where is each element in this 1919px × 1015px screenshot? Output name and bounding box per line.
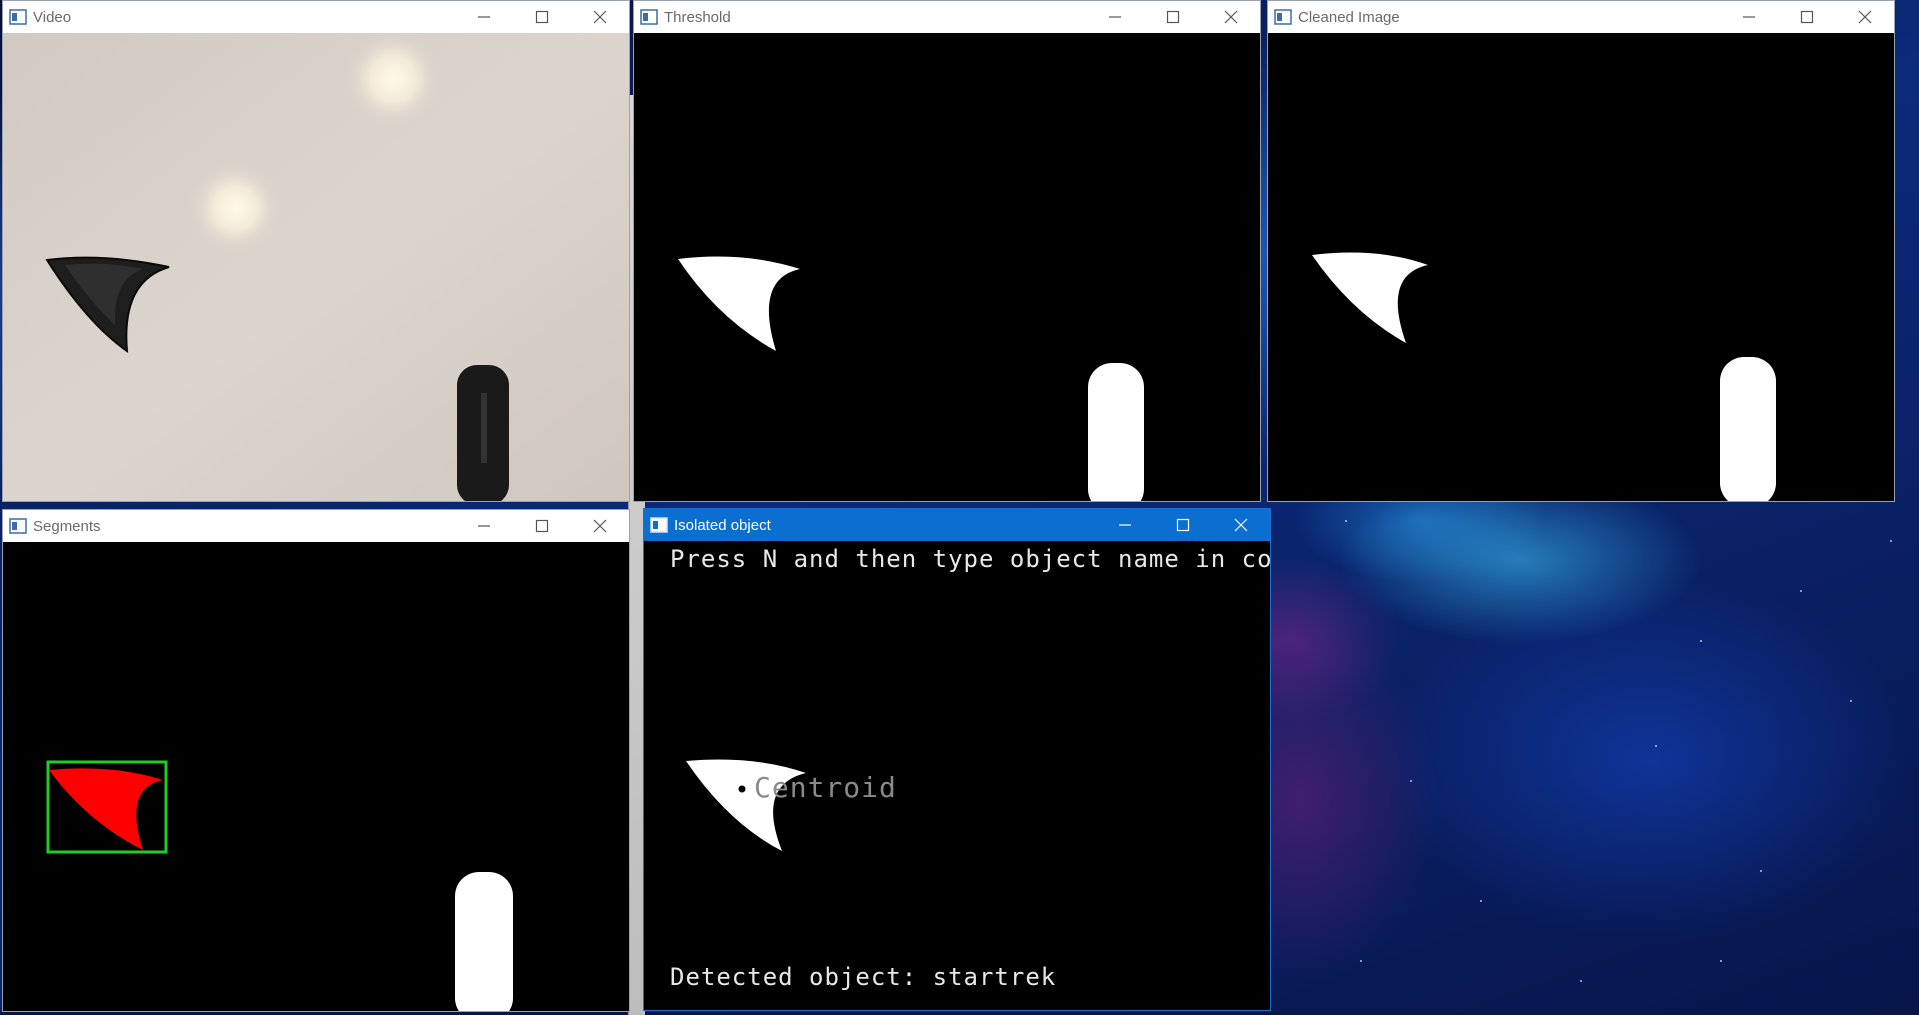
segment-red-region [49,768,163,850]
video-window-title: Video [33,8,72,26]
segments-titlebar[interactable]: Segments [3,510,629,542]
maximize-button[interactable] [1154,509,1212,541]
close-button[interactable] [1836,1,1894,33]
centroid-label: Centroid [754,771,897,804]
minimize-button[interactable] [1086,1,1144,33]
opencv-window-icon [650,517,668,533]
maximize-button[interactable] [513,510,571,542]
cleaned-object-shape [1312,252,1428,343]
isolated-frame [686,759,806,851]
minimize-icon [1119,524,1131,526]
threshold-window-title: Threshold [664,8,731,26]
cleaned-titlebar[interactable]: Cleaned Image [1268,1,1894,33]
segments-window-title: Segments [33,517,101,535]
close-icon [593,10,607,24]
maximize-button[interactable] [513,1,571,33]
cleaned-image [1268,33,1894,501]
minimize-button[interactable] [1720,1,1778,33]
threshold-window[interactable]: Threshold [633,0,1261,502]
minimize-button[interactable] [455,510,513,542]
maximize-icon [1800,10,1814,24]
video-window[interactable]: Video [2,0,630,502]
segments-frame [46,760,513,1011]
close-icon [593,519,607,533]
minimize-icon [478,525,490,527]
cleaned-window-title: Cleaned Image [1298,8,1400,26]
close-icon [1858,10,1872,24]
isolated-object-image: Press N and then type object name in con… [644,541,1270,1010]
minimize-icon [478,16,490,18]
close-button[interactable] [1212,509,1270,541]
segment-marker-shape [455,872,513,1011]
minimize-button[interactable] [455,1,513,33]
close-button[interactable] [571,1,629,33]
close-button[interactable] [1202,1,1260,33]
opencv-window-icon [640,9,658,25]
cleaned-marker-shape [1720,357,1776,501]
threshold-image [634,33,1260,501]
minimize-icon [1109,16,1121,18]
centroid-marker [738,785,746,793]
cleaned-frame [1312,252,1776,501]
maximize-icon [1176,518,1190,532]
instruction-text: Press N and then type object name in con… [670,545,1270,573]
maximize-icon [535,10,549,24]
maximize-button[interactable] [1778,1,1836,33]
opencv-window-icon [9,518,27,534]
opencv-window-icon [9,9,27,25]
close-button[interactable] [571,510,629,542]
video-titlebar[interactable]: Video [3,1,629,33]
cleaned-image-window[interactable]: Cleaned Image [1267,0,1895,502]
maximize-button[interactable] [1144,1,1202,33]
segments-window[interactable]: Segments [2,509,630,1012]
light-glare-2 [187,160,283,256]
maximize-icon [535,519,549,533]
maximize-icon [1166,10,1180,24]
segments-image [3,542,629,1011]
isolated-window-title: Isolated object [674,516,771,534]
detected-object-text: Detected object: startrek [670,963,1057,991]
minimize-button[interactable] [1096,509,1154,541]
close-icon [1234,518,1248,532]
threshold-titlebar[interactable]: Threshold [634,1,1260,33]
close-icon [1224,10,1238,24]
opencv-window-icon [1274,9,1292,25]
threshold-marker-shape [1088,363,1144,501]
light-glare-1 [343,33,443,129]
video-feed [3,33,629,501]
camera-frame [3,33,629,501]
threshold-object-shape [678,256,800,351]
minimize-icon [1743,16,1755,18]
isolated-titlebar[interactable]: Isolated object [644,509,1270,541]
threshold-frame [678,256,1144,501]
isolated-object-window[interactable]: Isolated object Press N and then type ob… [643,508,1271,1011]
